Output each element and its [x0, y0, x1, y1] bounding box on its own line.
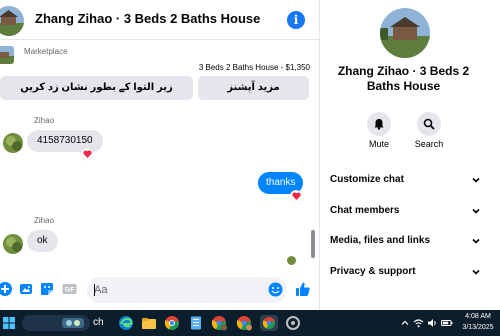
chrome-icon-profile[interactable]: [211, 315, 227, 331]
more-options-button[interactable]: مزید آپشنز: [198, 76, 309, 100]
menu-chat-members[interactable]: Chat members: [321, 197, 491, 225]
gif-icon[interactable]: GIF: [62, 282, 77, 296]
notepad-icon[interactable]: [188, 315, 204, 331]
menu-label: Chat members: [330, 205, 400, 216]
menu-label: Media, files and links: [330, 235, 431, 246]
mute-button[interactable]: Mute: [359, 112, 399, 149]
chevron-down-icon: [471, 206, 481, 216]
contact-avatar-large[interactable]: [380, 8, 430, 58]
photo-icon[interactable]: [19, 282, 33, 296]
info-icon[interactable]: i: [287, 11, 305, 29]
chat-pane: Zhang Zihao · 3 Beds 2 Baths House i Mar…: [0, 0, 320, 310]
heart-reaction-icon[interactable]: [81, 148, 93, 160]
text-cursor: [94, 284, 95, 296]
listing-source: Marketplace: [24, 47, 68, 56]
file-explorer-icon[interactable]: [141, 315, 157, 331]
chevron-down-icon: [471, 175, 481, 185]
battery-icon[interactable]: [441, 318, 453, 334]
emoji-icon[interactable]: [268, 282, 283, 297]
contact-avatar[interactable]: [0, 6, 24, 36]
message-bubble[interactable]: 4158730150: [27, 130, 103, 152]
volume-icon[interactable]: [427, 318, 438, 334]
search-button[interactable]: Search: [409, 112, 449, 149]
message-composer: GIF: [0, 276, 319, 304]
sender-avatar[interactable]: [3, 133, 23, 153]
message-list: Zihao 4158730150 thanks Zihao ok: [0, 104, 319, 274]
search-label: Search: [414, 139, 444, 149]
contact-name: Zhang Zihao · 3 Beds 2 Baths House: [337, 64, 470, 93]
marketplace-listing: Marketplace 3 Beds 2 Baths House - $1,35…: [0, 42, 319, 102]
tools-icon[interactable]: [285, 315, 301, 331]
chrome-icon-active[interactable]: [260, 315, 278, 331]
chevron-down-icon: [471, 267, 481, 277]
chat-details-pane: Zhang Zihao · 3 Beds 2 Baths House Mute …: [321, 0, 500, 310]
heart-reaction-icon[interactable]: [290, 190, 302, 202]
mark-pending-button[interactable]: زیر التوا کے بطور نشان زد کریں: [0, 76, 193, 100]
wifi-icon[interactable]: [413, 318, 424, 334]
chat-header: Zhang Zihao · 3 Beds 2 Baths House i: [0, 0, 319, 40]
taskbar-search-text[interactable]: ch: [93, 317, 104, 328]
sender-avatar[interactable]: [3, 234, 23, 254]
clock-time[interactable]: 4:08 AM: [458, 313, 498, 320]
windows-taskbar: ch 4:08 AM 3/13/2025: [0, 310, 500, 336]
start-icon[interactable]: [2, 315, 16, 331]
message-input[interactable]: [87, 277, 287, 303]
clock-date[interactable]: 3/13/2025: [458, 324, 498, 331]
bell-icon: [367, 112, 391, 136]
menu-label: Customize chat: [330, 174, 404, 185]
chevron-down-icon: [471, 236, 481, 246]
chat-title[interactable]: Zhang Zihao · 3 Beds 2 Baths House: [35, 11, 260, 26]
scrollbar-thumb[interactable]: [311, 230, 315, 258]
menu-label: Privacy & support: [330, 266, 416, 277]
search-icon: [417, 112, 441, 136]
messenger-window: Zhang Zihao · 3 Beds 2 Baths House i Mar…: [0, 0, 500, 336]
sender-name: Zihao: [34, 116, 55, 125]
plus-circle-icon[interactable]: [0, 282, 12, 296]
chevron-up-icon[interactable]: [400, 318, 410, 334]
listing-thumbnail[interactable]: [0, 46, 14, 64]
search-box-highlight[interactable]: [22, 315, 90, 331]
sender-name: Zihao: [34, 216, 55, 225]
menu-privacy-support[interactable]: Privacy & support: [321, 258, 491, 286]
mute-label: Mute: [368, 139, 389, 149]
svg-text:GIF: GIF: [65, 288, 75, 294]
message-bubble[interactable]: ok: [27, 230, 58, 252]
chrome-icon[interactable]: [164, 315, 180, 331]
thumbs-up-icon[interactable]: [295, 281, 311, 297]
listing-title-price[interactable]: 3 Beds 2 Baths House - $1,350: [199, 63, 310, 72]
menu-customize-chat[interactable]: Customize chat: [321, 166, 491, 194]
chrome-icon-profile[interactable]: [236, 315, 252, 331]
sticker-icon[interactable]: [40, 282, 54, 296]
edge-icon[interactable]: [118, 315, 134, 331]
menu-media-files-links[interactable]: Media, files and links: [321, 227, 491, 255]
seen-indicator-avatar: [287, 256, 296, 265]
